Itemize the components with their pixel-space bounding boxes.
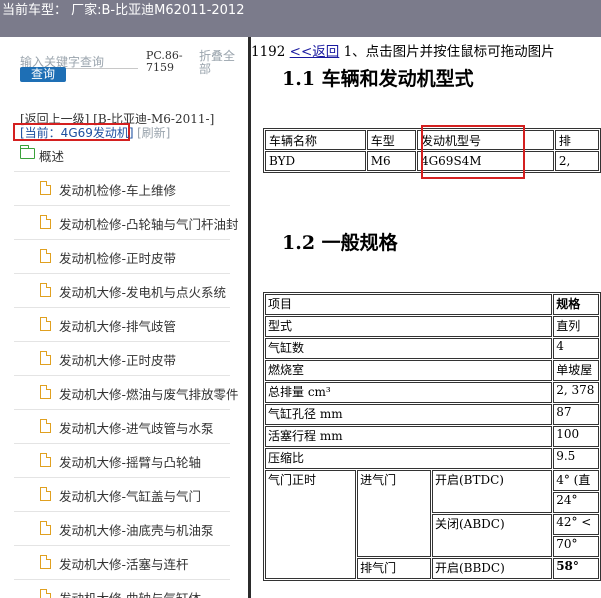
tree-item-label: 发动机大修-正时皮带 bbox=[59, 353, 177, 368]
tree-item-label: 发动机大修-摇臂与凸轮轴 bbox=[59, 455, 202, 470]
tree-item[interactable]: 发动机大修-排气歧管 bbox=[0, 308, 248, 342]
table-cell: 燃烧室 bbox=[265, 360, 553, 381]
return-link[interactable]: <<返回 bbox=[290, 44, 340, 60]
table-cell: 气缸数 bbox=[265, 338, 553, 359]
collapse-all-button[interactable]: 折叠全部 bbox=[199, 50, 243, 76]
tree-item-label: 发动机大修-排气歧管 bbox=[59, 319, 177, 334]
table-cell: 压缩比 bbox=[265, 448, 553, 469]
tree-item[interactable]: 发动机检修-正时皮带 bbox=[0, 240, 248, 274]
tree-item-label: 概述 bbox=[39, 149, 65, 164]
document-icon bbox=[40, 555, 51, 569]
tree-item-label: 发动机检修-车上维修 bbox=[59, 183, 177, 198]
tree-item[interactable]: 发动机大修-进气歧管与水泵 bbox=[0, 410, 248, 444]
pc-code-label: PC.86-7159 bbox=[146, 49, 183, 74]
table-row: 活塞行程 mm 100 bbox=[265, 426, 599, 447]
document-icon bbox=[40, 215, 51, 229]
sidebar: 输入关键字查询 查询 PC.86-7159 折叠全部 [返回上一级] [B-比亚… bbox=[0, 37, 248, 598]
table-row: 燃烧室 单坡屋 bbox=[265, 360, 599, 381]
tree-item-label: 发动机大修-燃油与废气排放零件 bbox=[59, 387, 239, 402]
table-cell: 2, bbox=[554, 151, 599, 171]
table-row: 气缸孔径 mm 87 bbox=[265, 404, 599, 425]
document-icon bbox=[40, 249, 51, 263]
tree-item[interactable]: 发动机大修-曲轴与气缸体 bbox=[0, 580, 248, 598]
tree-item[interactable]: 发动机大修-摇臂与凸轮轴 bbox=[0, 444, 248, 478]
table-cell: 总排量 cm³ bbox=[265, 382, 553, 403]
tree-item-label: 发动机大修-发电机与点火系统 bbox=[59, 285, 227, 300]
document-icon bbox=[40, 453, 51, 467]
table-header-cell: 车辆名称 bbox=[265, 130, 366, 150]
table-header-row: 项目 规格 bbox=[265, 294, 599, 315]
table-cell: 24° bbox=[553, 492, 599, 513]
table-row: 总排量 cm³ 2, 378 bbox=[265, 382, 599, 403]
table-cell: 2, 378 bbox=[553, 382, 599, 403]
tree-item[interactable]: 发动机大修-正时皮带 bbox=[0, 342, 248, 376]
document-icon bbox=[40, 419, 51, 433]
table-cell: 开启(BBDC) bbox=[431, 558, 553, 579]
document-icon bbox=[40, 487, 51, 501]
instruction-text: 1、点击图片并按住鼠标可拖动图片 bbox=[343, 44, 555, 60]
table-cell: 70° bbox=[553, 536, 599, 557]
title-bar: 当前车型： 厂家:B-比亚迪M62011-2012 bbox=[0, 0, 601, 37]
tree-item-label: 发动机大修-进气歧管与水泵 bbox=[59, 421, 214, 436]
table-row: 气缸数 4 bbox=[265, 338, 599, 359]
table-cell: 58° bbox=[553, 558, 599, 579]
tree-item[interactable]: 发动机检修-凸轮轴与气门杆油封 bbox=[0, 206, 248, 240]
table-cell: 单坡屋 bbox=[553, 360, 599, 381]
document-icon bbox=[40, 521, 51, 535]
table-cell: 活塞行程 mm bbox=[265, 426, 553, 447]
tree-item-label: 发动机检修-正时皮带 bbox=[59, 251, 177, 266]
general-specs-table: 项目 规格 型式 直列 气缸数 4 燃烧室 单坡屋 总排量 cm³ 2, 378… bbox=[263, 292, 601, 581]
tree-item-label: 发动机大修-曲轴与气缸体 bbox=[59, 588, 201, 598]
engine-model-highlight-box bbox=[421, 125, 525, 179]
tree-item-label: 发动机检修-凸轮轴与气门杆油封 bbox=[59, 217, 239, 232]
tree-item[interactable]: 发动机大修-活塞与连杆 bbox=[0, 546, 248, 580]
table-row: 气门正时 进气门 开启(BTDC) 4° (直 bbox=[265, 470, 599, 579]
table-row: 型式 直列 bbox=[265, 316, 599, 337]
document-icon bbox=[40, 385, 51, 399]
section-heading: 1.2 一般规格 bbox=[282, 232, 398, 254]
table-cell: 排气门 bbox=[357, 558, 431, 579]
document-icon bbox=[40, 283, 51, 297]
content-pane: 1192 <<返回 1、点击图片并按住鼠标可拖动图片 1.1 车辆和发动机型式 … bbox=[251, 37, 601, 598]
tree-item[interactable]: 发动机检修-车上维修 bbox=[0, 172, 248, 206]
folder-icon bbox=[20, 145, 35, 159]
page-number: 1192 bbox=[251, 44, 286, 60]
table-cell: 型式 bbox=[265, 316, 553, 337]
table-cell: 开启(BTDC) bbox=[431, 470, 553, 513]
table-cell: BYD bbox=[265, 151, 366, 171]
tree-item[interactable]: 发动机大修-燃油与废气排放零件 bbox=[0, 376, 248, 410]
tree-item[interactable]: 发动机大修-油底壳与机油泵 bbox=[0, 512, 248, 546]
table-header-cell: 排 bbox=[554, 130, 599, 150]
tree-item-label: 发动机大修-油底壳与机油泵 bbox=[59, 523, 214, 538]
tree-item-label: 发动机大修-活塞与连杆 bbox=[59, 557, 189, 572]
table-cell: 4° (直 bbox=[553, 470, 599, 491]
document-icon bbox=[40, 181, 51, 195]
table-cell: 气缸孔径 mm bbox=[265, 404, 553, 425]
current-model-label: 当前车型： 厂家:B-比亚迪M62011-2012 bbox=[2, 3, 245, 18]
tree-item[interactable]: 发动机大修-发电机与点火系统 bbox=[0, 274, 248, 308]
search-button[interactable]: 查询 bbox=[20, 67, 66, 82]
table-cell: M6 bbox=[366, 151, 416, 171]
document-icon bbox=[40, 589, 51, 598]
table-cell: 进气门 bbox=[357, 470, 431, 557]
content-toolbar: 1192 <<返回 1、点击图片并按住鼠标可拖动图片 bbox=[251, 40, 555, 60]
tree-item[interactable]: 发动机大修-气缸盖与气门 bbox=[0, 478, 248, 512]
document-icon bbox=[40, 351, 51, 365]
table-cell: 直列 bbox=[553, 316, 599, 337]
section-heading: 1.1 车辆和发动机型式 bbox=[282, 68, 474, 90]
table-cell: 4 bbox=[553, 338, 599, 359]
table-header-cell: 规格 bbox=[553, 294, 599, 315]
table-row: 压缩比 9.5 bbox=[265, 448, 599, 469]
tree-item-overview[interactable]: 概述 bbox=[0, 138, 248, 172]
table-cell: 100 bbox=[553, 426, 599, 447]
table-cell: 9.5 bbox=[553, 448, 599, 469]
table-header-cell: 项目 bbox=[265, 294, 553, 315]
table-cell: 关闭(ABDC) bbox=[431, 514, 553, 557]
table-cell: 87 bbox=[553, 404, 599, 425]
table-header-cell: 车型 bbox=[366, 130, 416, 150]
table-cell: 气门正时 bbox=[265, 470, 357, 579]
table-cell: 42° < bbox=[553, 514, 599, 535]
document-icon bbox=[40, 317, 51, 331]
tree-item-label: 发动机大修-气缸盖与气门 bbox=[59, 489, 202, 504]
